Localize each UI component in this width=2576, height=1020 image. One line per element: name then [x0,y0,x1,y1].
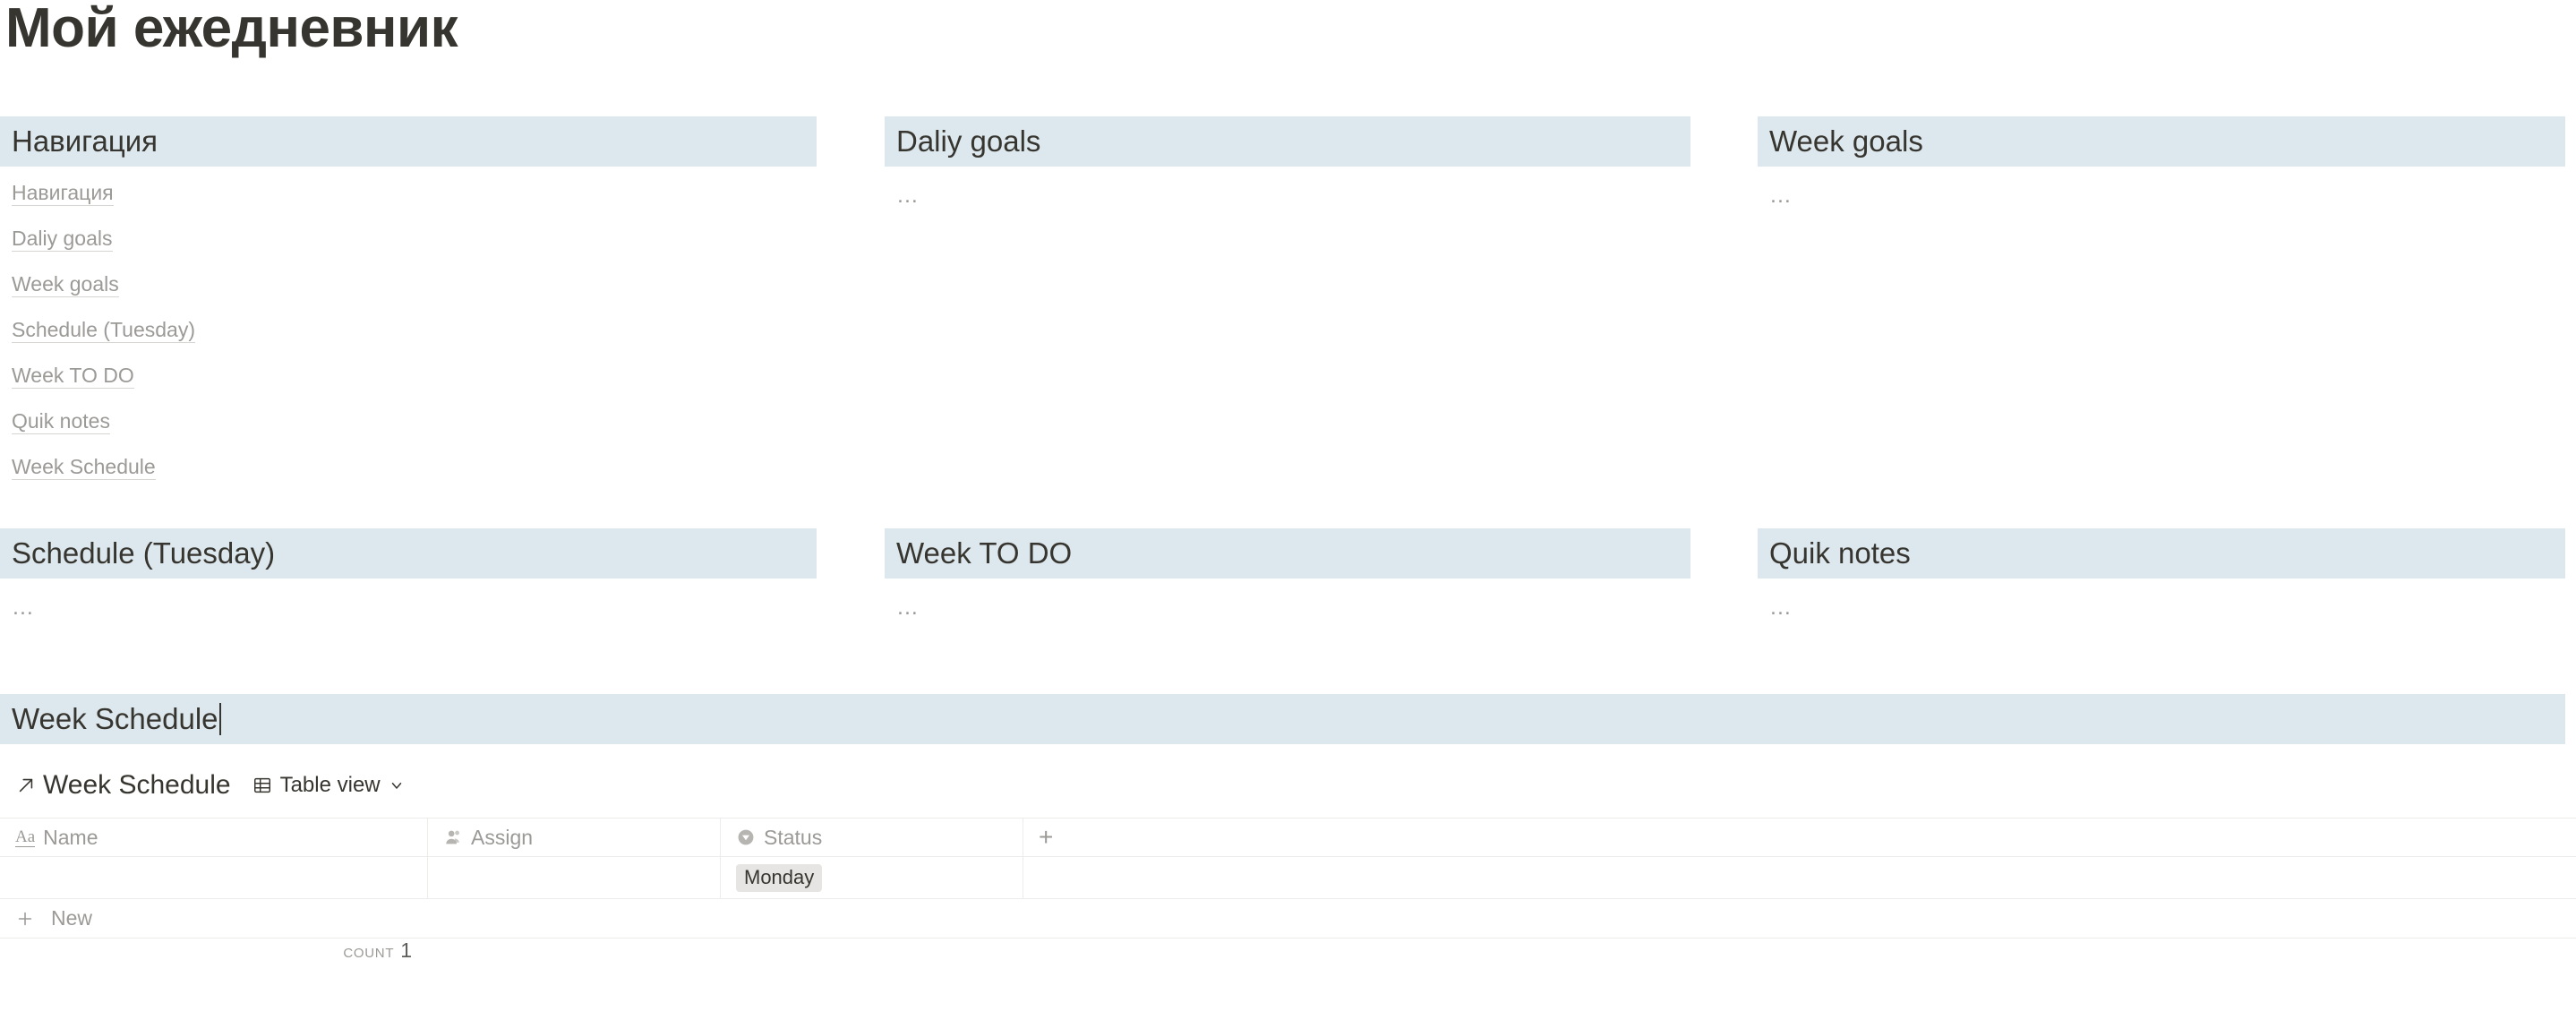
section-schedule-tuesday: Schedule (Tuesday) ... [0,528,817,620]
database-table: Aa Name Assign Status + Monday New COUNT… [0,818,2576,983]
text-aa-icon: Aa [15,827,36,847]
column-header-name[interactable]: Aa Name [0,819,428,856]
database-view-selector[interactable]: Table view [252,773,405,798]
arrow-up-right-icon[interactable] [16,776,36,795]
text-cursor-caret [218,703,221,735]
section-heading-week-schedule-text: Week Schedule [12,702,218,735]
nav-link-daliy-goals[interactable]: Daliy goals [12,227,113,252]
cell-assign[interactable] [428,857,721,898]
plus-icon [18,912,32,925]
section-daily-goals: Daliy goals ... [885,116,1690,208]
section-heading-week-schedule[interactable]: Week Schedule [0,694,2565,744]
section-heading-schedule-tuesday[interactable]: Schedule (Tuesday) [0,528,817,579]
table-footer-count[interactable]: COUNT 1 [0,939,428,983]
plus-icon: + [1039,823,1054,851]
page-title: Мой ежедневник [5,0,458,59]
status-badge[interactable]: Monday [736,863,823,892]
column-header-assign[interactable]: Assign [428,819,721,856]
placeholder-week-todo[interactable]: ... [885,595,1690,620]
select-circle-icon [738,829,754,845]
column-header-add-property[interactable]: + [1023,819,2576,856]
section-week-todo: Week TO DO ... [885,528,1690,620]
column-header-status-label: Status [764,825,823,849]
nav-link-quik-notes[interactable]: Quik notes [12,409,110,434]
database-view-label: Table view [279,773,381,797]
cell-empty-trailing [1023,857,2576,898]
section-navigation: Навигация Навигация Daliy goals Week goa… [0,116,817,501]
count-label: COUNT [343,946,395,961]
section-heading-week-todo[interactable]: Week TO DO [885,528,1690,579]
database-title[interactable]: Week Schedule [43,770,231,801]
placeholder-quik-notes[interactable]: ... [1758,595,2565,620]
section-heading-daily-goals[interactable]: Daliy goals [885,116,1690,167]
count-value: 1 [400,939,412,962]
nav-link-schedule-tuesday[interactable]: Schedule (Tuesday) [12,318,195,343]
nav-link-week-todo[interactable]: Week TO DO [12,364,134,389]
table-icon [253,777,270,793]
cell-status[interactable]: Monday [721,857,1023,898]
database-header: Week Schedule Table view [0,766,2576,805]
column-header-assign-label: Assign [471,825,534,849]
chevron-down-icon[interactable] [389,777,405,793]
section-row-3: Week Schedule [0,694,2576,744]
section-heading-quik-notes[interactable]: Quik notes [1758,528,2565,579]
add-new-row-button[interactable]: New [0,899,2576,939]
table-header-row: Aa Name Assign Status + [0,819,2576,857]
navigation-link-list: Навигация Daliy goals Week goals Schedul… [0,181,817,480]
person-icon [446,830,459,844]
section-heading-week-goals[interactable]: Week goals [1758,116,2565,167]
cell-name[interactable] [0,857,428,898]
placeholder-week-goals[interactable]: ... [1758,183,2565,208]
placeholder-schedule-tuesday[interactable]: ... [0,595,817,620]
nav-link-week-goals[interactable]: Week goals [12,272,119,297]
nav-link-navigation[interactable]: Навигация [12,181,114,206]
column-header-status[interactable]: Status [721,819,1023,856]
section-week-goals: Week goals ... [1758,116,2565,208]
placeholder-daily-goals[interactable]: ... [885,183,1690,208]
column-header-name-label: Name [43,825,98,849]
inline-database-week-schedule: Week Schedule Table view Aa Name Assign … [0,766,2576,983]
section-quik-notes: Quik notes ... [1758,528,2565,620]
table-row[interactable]: Monday [0,857,2576,899]
nav-link-week-schedule[interactable]: Week Schedule [12,455,156,480]
section-heading-navigation[interactable]: Навигация [0,116,817,167]
add-new-row-label: New [51,906,93,930]
